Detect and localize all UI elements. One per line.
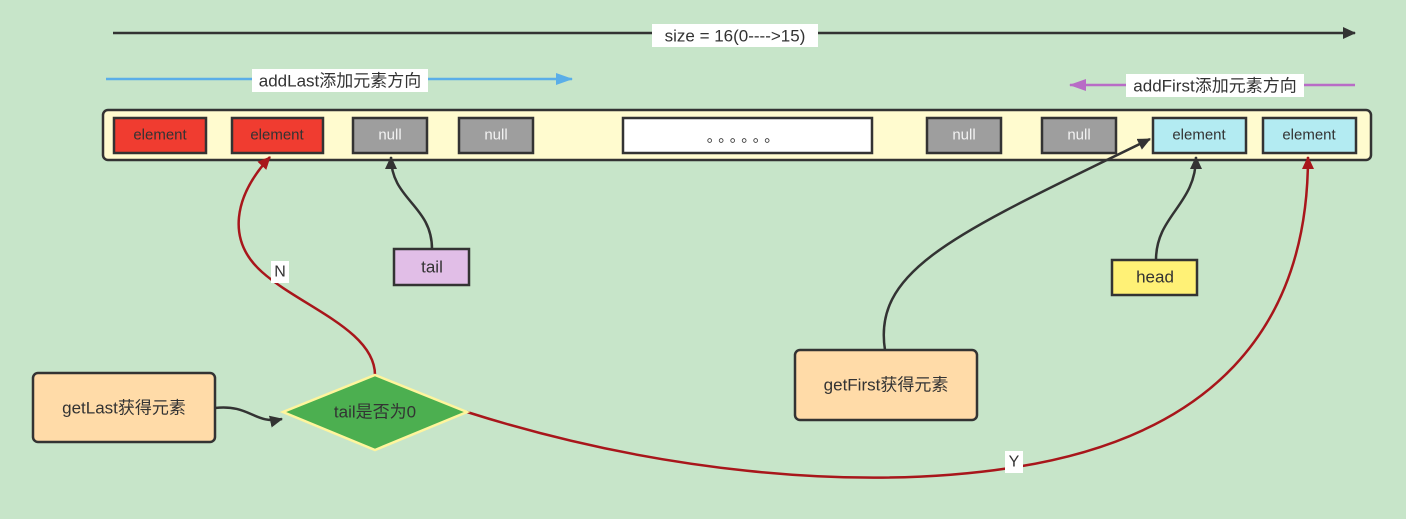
get-last-node: getLast获得元素	[31, 371, 217, 444]
array-cell-label: 。。。。。。	[707, 129, 784, 146]
array-cell-label: element	[1282, 127, 1336, 144]
array-cell: null	[457, 116, 535, 155]
array-cell-label: element	[1172, 127, 1226, 144]
get-first-label: getFirst获得元素	[824, 376, 949, 395]
array-cell-ellipsis: 。。。。。。	[621, 116, 874, 155]
array-cell-label: null	[1067, 127, 1090, 144]
size-label: size = 16(0---->15)	[665, 27, 806, 46]
array-cell: null	[925, 116, 1003, 155]
head-label: head	[1136, 268, 1174, 287]
array-cell: null	[351, 116, 429, 155]
array-cell: element	[230, 116, 325, 155]
array-cell-label: null	[378, 127, 401, 144]
get-first-node: getFirst获得元素	[793, 348, 979, 422]
array-cell-label: null	[952, 127, 975, 144]
tail-pointer: tail	[392, 247, 471, 287]
no-branch-label: N	[271, 261, 289, 283]
add-first-label: addFirst添加元素方向	[1133, 77, 1296, 96]
array-cell: null	[1040, 116, 1118, 155]
no-label-text: N	[274, 264, 286, 281]
array-cell: element	[112, 116, 208, 155]
yes-branch-label: Y	[1005, 451, 1023, 473]
head-pointer: head	[1110, 258, 1199, 297]
tail-label: tail	[421, 258, 443, 277]
array-cell-label: element	[250, 127, 304, 144]
array-cell-label: element	[133, 127, 187, 144]
add-last-label: addLast添加元素方向	[259, 72, 422, 91]
array-cell-label: null	[484, 127, 507, 144]
yes-label-text: Y	[1009, 454, 1020, 471]
condition-label: tail是否为0	[334, 403, 416, 422]
deque-diagram: size = 16(0---->15) addLast添加元素方向 addFir…	[0, 0, 1406, 519]
array-cell: element	[1261, 116, 1358, 155]
get-last-label: getLast获得元素	[62, 399, 186, 418]
array-cell: element	[1151, 116, 1248, 155]
